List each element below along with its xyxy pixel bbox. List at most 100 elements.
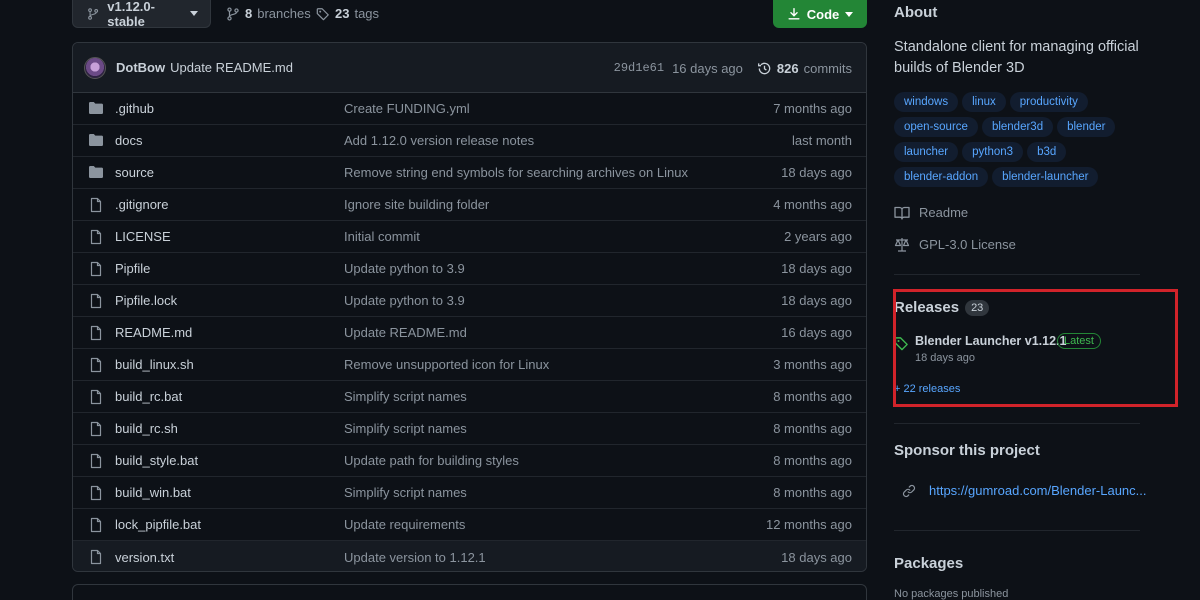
tags-label: tags [354,6,380,21]
sponsor-heading: Sponsor this project [894,442,1040,459]
file-icon [88,357,104,376]
file-name[interactable]: build_win.bat [115,485,191,500]
file-commit-age: 3 months ago [773,357,852,372]
commit-age: 16 days ago [672,60,743,76]
file-row[interactable]: .gitignore Ignore site building folder 4 m… [73,189,866,221]
file-name[interactable]: build_rc.bat [115,389,182,404]
commit-message[interactable]: Update README.md [170,60,293,75]
file-name[interactable]: docs [115,133,142,148]
tags-count: 23 [335,6,350,21]
file-icon [88,261,104,280]
packages-heading[interactable]: Packages [894,555,963,572]
file-row[interactable]: Pipfile Update python to 3.9 18 days ago [73,253,866,285]
topic-tag[interactable]: launcher [894,142,959,162]
topic-tag[interactable]: blender3d [981,117,1054,137]
file-commit-age: 18 days ago [781,549,852,565]
topic-tag[interactable]: b3d [1027,142,1067,162]
code-button[interactable]: Code [773,0,867,28]
file-commit-age: 12 months ago [765,517,852,532]
file-row[interactable]: docs Add 1.12.0 version release notes last… [73,125,866,157]
topic-tag[interactable]: blender-addon [894,167,989,187]
about-description: Standalone client for managing official … [894,39,1139,76]
file-commit-age: 7 months ago [773,101,852,116]
file-row[interactable]: build_style.bat Update path for building … [73,445,866,477]
file-row[interactable]: version.txt Update version to 1.12.1 18 da… [73,541,866,571]
file-commit-message[interactable]: Update python to 3.9 [344,293,465,308]
file-row[interactable]: lock_pipfile.bat Update requirements 12 mo… [73,509,866,541]
file-commit-message[interactable]: Update python to 3.9 [344,261,465,276]
file-commit-message[interactable]: Update version to 1.12.1 [344,550,486,565]
sponsor-link[interactable]: https://gumroad.com/Blender-Launc... [902,483,1147,498]
file-name[interactable]: Pipfile.lock [115,293,177,308]
folder-icon [88,165,104,182]
file-commit-message[interactable]: Add 1.12.0 version release notes [344,133,534,148]
branch-selector-button[interactable]: v1.12.0-stable [72,0,211,29]
law-icon [894,238,910,252]
file-name[interactable]: version.txt [115,550,174,565]
file-commit-message[interactable]: Remove string end symbols for searching … [344,165,688,180]
file-name[interactable]: Pipfile [115,261,150,276]
topic-tag[interactable]: productivity [1009,92,1088,112]
file-row[interactable]: Pipfile.lock Update python to 3.9 18 days … [73,285,866,317]
commit-count: 826 [776,60,799,76]
file-commit-age: 8 months ago [773,389,852,404]
history-icon [757,62,771,74]
file-row[interactable]: source Remove string end symbols for sear… [73,157,866,189]
topic-tag[interactable]: open-source [894,117,978,137]
file-name[interactable]: build_linux.sh [115,357,194,372]
file-name[interactable]: build_rc.sh [115,421,178,436]
divider [894,530,1140,531]
topic-tag[interactable]: blender-launcher [992,167,1099,187]
topic-tag[interactable]: python3 [962,142,1024,162]
branches-link[interactable]: 8 branches [226,6,311,21]
topic-tag[interactable]: windows [894,92,959,112]
file-row[interactable]: LICENSE Initial commit 2 years ago [73,221,866,253]
file-name[interactable]: source [115,165,154,180]
code-button-label: Code [806,6,840,22]
releases-highlight [893,289,1178,407]
file-commit-message[interactable]: Remove unsupported icon for Linux [344,357,549,372]
file-icon [88,421,104,440]
file-commit-message[interactable]: Update README.md [344,325,467,340]
file-name[interactable]: build_style.bat [115,453,198,468]
file-name[interactable]: LICENSE [115,229,171,244]
file-commit-message[interactable]: Update path for building styles [344,453,519,468]
file-icon [88,485,104,504]
readme-label: Readme [919,205,969,220]
file-commit-message[interactable]: Create FUNDING.yml [344,101,470,116]
file-commit-age: 2 years ago [784,229,852,244]
file-name[interactable]: .github [115,101,154,116]
file-row[interactable]: build_linux.sh Remove unsupported icon fo… [73,349,866,381]
file-name[interactable]: README.md [115,325,192,340]
avatar[interactable] [84,56,106,79]
file-row[interactable]: .github Create FUNDING.yml 7 months ago [73,93,866,125]
file-commit-message[interactable]: Ignore site building folder [344,197,489,212]
file-name[interactable]: lock_pipfile.bat [115,517,201,532]
readme-link[interactable]: Readme [894,205,968,220]
file-row[interactable]: build_rc.sh Simplify script names 8 months… [73,413,866,445]
folder-icon [88,133,104,150]
file-commit-message[interactable]: Simplify script names [344,389,467,404]
git-branch-icon [88,7,99,20]
file-row[interactable]: build_rc.bat Simplify script names 8 month… [73,381,866,413]
chevron-down-icon [190,11,198,16]
file-commit-message[interactable]: Update requirements [344,517,465,532]
file-row[interactable]: build_win.bat Simplify script names 8 mont… [73,477,866,509]
file-icon [88,197,104,216]
tags-link[interactable]: 23 tags [316,6,379,21]
commits-link[interactable]: 826 commits [757,61,852,76]
file-commit-age: last month [792,133,852,148]
chevron-down-icon [845,11,854,17]
file-name[interactable]: .gitignore [115,197,168,212]
file-commit-message[interactable]: Initial commit [344,229,420,244]
license-link[interactable]: GPL-3.0 License [894,237,1016,252]
file-commit-message[interactable]: Simplify script names [344,485,467,500]
commit-author[interactable]: DotBow [116,60,165,75]
commits-label: commits [803,60,852,76]
topic-tag[interactable]: linux [962,92,1006,112]
file-row[interactable]: README.md Update README.md 16 days ago [73,317,866,349]
commit-sha[interactable]: 29d1e61 [614,61,664,75]
topic-tag[interactable]: blender [1057,117,1116,137]
file-commit-age: 18 days ago [781,293,852,308]
file-commit-message[interactable]: Simplify script names [344,421,467,436]
